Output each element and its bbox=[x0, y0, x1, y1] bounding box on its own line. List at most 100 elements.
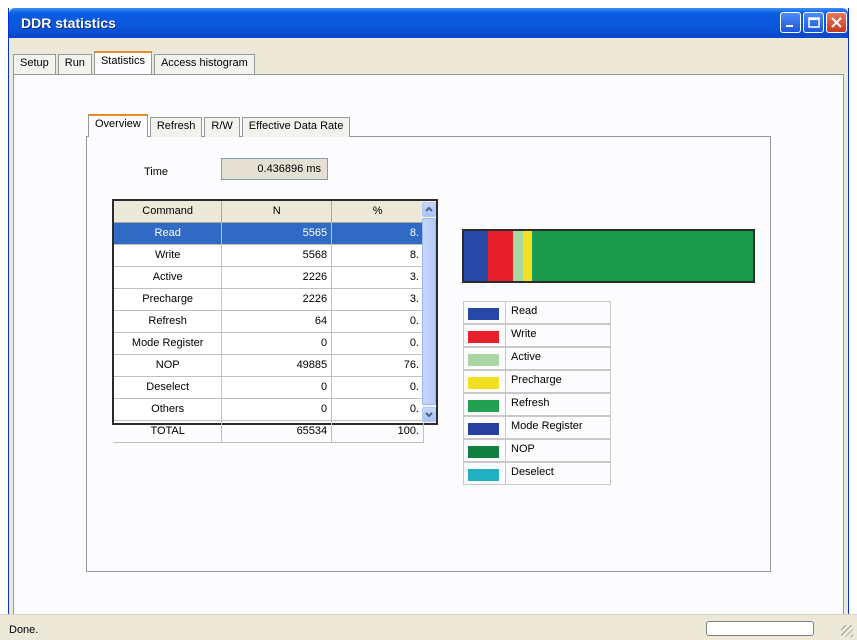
table-row[interactable]: TOTAL 65534 100. bbox=[114, 420, 424, 443]
chevron-down-icon bbox=[425, 412, 433, 418]
legend-swatch-cell bbox=[463, 301, 506, 324]
command-legend: Read Write Active Precharge Refresh Mode Regi… bbox=[463, 301, 611, 485]
scrollbar-thumb[interactable] bbox=[422, 218, 436, 405]
scroll-down-button[interactable] bbox=[422, 407, 436, 422]
cell-percent: 8. bbox=[331, 222, 424, 245]
legend-label: Read bbox=[506, 301, 611, 324]
legend-item: NOP bbox=[463, 439, 611, 462]
legend-label: Mode Register bbox=[506, 416, 611, 439]
bar-segment-write bbox=[488, 231, 513, 281]
command-statistics-table[interactable]: Command N % Read 5565 8. Write 5568 8. Active 2… bbox=[112, 199, 438, 443]
cell-count: 5565 bbox=[221, 222, 333, 245]
cell-count: 49885 bbox=[221, 354, 333, 377]
cell-count: 0 bbox=[221, 376, 333, 399]
cell-command: NOP bbox=[114, 354, 223, 377]
legend-swatch bbox=[468, 377, 499, 389]
tab-rw[interactable]: R/W bbox=[204, 117, 240, 137]
maximize-button[interactable] bbox=[803, 12, 824, 33]
legend-swatch-cell bbox=[463, 439, 506, 462]
bar-segment-read bbox=[464, 231, 489, 281]
cell-command: TOTAL bbox=[114, 420, 223, 443]
legend-swatch-cell bbox=[463, 416, 506, 439]
cell-command: Read bbox=[114, 222, 223, 245]
resize-grip-icon[interactable] bbox=[841, 625, 853, 637]
cell-percent: 0. bbox=[331, 398, 424, 421]
cell-command: Write bbox=[114, 244, 223, 267]
ddr-statistics-window: DDR statistics Setup Run Statistics Acce… bbox=[8, 8, 849, 640]
cell-percent: 0. bbox=[331, 310, 424, 333]
tab-run[interactable]: Run bbox=[57, 54, 92, 74]
table-row[interactable]: Precharge 2226 3. bbox=[114, 288, 424, 311]
statistics-tab-strip: Overview Refresh R/W Effective Data Rate bbox=[88, 114, 352, 137]
bar-segment-nop bbox=[534, 231, 753, 281]
table-row[interactable]: Refresh 64 0. bbox=[114, 310, 424, 333]
table-row[interactable]: Write 5568 8. bbox=[114, 244, 424, 267]
window-body: Setup Run Statistics Access histogram Ov… bbox=[9, 38, 848, 640]
legend-swatch-cell bbox=[463, 324, 506, 347]
table-row[interactable]: Active 2226 3. bbox=[114, 266, 424, 289]
title-bar[interactable]: DDR statistics bbox=[9, 8, 848, 38]
legend-swatch bbox=[468, 400, 499, 412]
legend-item: Read bbox=[463, 301, 611, 324]
column-header-percent[interactable]: % bbox=[331, 201, 424, 223]
scroll-up-button[interactable] bbox=[422, 202, 436, 217]
cell-percent: 3. bbox=[331, 266, 424, 289]
legend-swatch bbox=[468, 423, 499, 435]
cell-percent: 0. bbox=[331, 376, 424, 399]
cell-percent: 100. bbox=[331, 420, 424, 443]
tab-overview[interactable]: Overview bbox=[88, 114, 148, 137]
cell-count: 64 bbox=[221, 310, 333, 333]
legend-swatch bbox=[468, 446, 499, 458]
tab-refresh[interactable]: Refresh bbox=[149, 117, 203, 137]
table-row[interactable]: Others 0 0. bbox=[114, 398, 424, 421]
table-row[interactable]: NOP 49885 76. bbox=[114, 354, 424, 377]
legend-swatch-cell bbox=[463, 462, 506, 485]
cell-command: Active bbox=[114, 266, 223, 289]
cell-percent: 3. bbox=[331, 288, 424, 311]
tab-setup[interactable]: Setup bbox=[13, 54, 56, 74]
legend-label: NOP bbox=[506, 439, 611, 462]
legend-item: Active bbox=[463, 347, 611, 370]
legend-swatch-cell bbox=[463, 370, 506, 393]
legend-item: Mode Register bbox=[463, 416, 611, 439]
cell-count: 5568 bbox=[221, 244, 333, 267]
legend-swatch-cell bbox=[463, 347, 506, 370]
column-header-n[interactable]: N bbox=[221, 201, 333, 223]
table-row[interactable]: Read 5565 8. bbox=[114, 222, 424, 245]
cell-count: 2226 bbox=[221, 266, 333, 289]
column-header-command[interactable]: Command bbox=[114, 201, 223, 223]
cell-count: 0 bbox=[221, 332, 333, 355]
time-label: Time bbox=[144, 166, 169, 178]
legend-label: Precharge bbox=[506, 370, 611, 393]
time-value-field: 0.436896 ms bbox=[221, 158, 328, 180]
maximize-icon bbox=[808, 17, 820, 28]
legend-item: Write bbox=[463, 324, 611, 347]
close-button[interactable] bbox=[826, 12, 847, 33]
table-vertical-scrollbar[interactable] bbox=[422, 201, 436, 423]
tab-effective-data-rate[interactable]: Effective Data Rate bbox=[241, 117, 351, 137]
cell-command: Others bbox=[114, 398, 223, 421]
cell-command: Refresh bbox=[114, 310, 223, 333]
table-row[interactable]: Mode Register 0 0. bbox=[114, 332, 424, 355]
bar-segment-active bbox=[512, 231, 523, 281]
close-icon bbox=[831, 17, 842, 28]
tab-access-histogram[interactable]: Access histogram bbox=[153, 54, 255, 74]
status-text: Done. bbox=[9, 624, 39, 636]
legend-label: Refresh bbox=[506, 393, 611, 416]
main-tab-strip: Setup Run Statistics Access histogram bbox=[13, 51, 257, 74]
minimize-icon bbox=[786, 25, 793, 27]
legend-swatch bbox=[468, 354, 499, 366]
legend-swatch bbox=[468, 469, 499, 481]
cell-count: 2226 bbox=[221, 288, 333, 311]
legend-swatch bbox=[468, 331, 499, 343]
tab-statistics[interactable]: Statistics bbox=[93, 51, 152, 74]
legend-label: Active bbox=[506, 347, 611, 370]
minimize-button[interactable] bbox=[780, 12, 801, 33]
window-title: DDR statistics bbox=[21, 15, 116, 31]
legend-label: Deselect bbox=[506, 462, 611, 485]
legend-item: Refresh bbox=[463, 393, 611, 416]
legend-item: Deselect bbox=[463, 462, 611, 485]
legend-item: Precharge bbox=[463, 370, 611, 393]
table-row[interactable]: Deselect 0 0. bbox=[114, 376, 424, 399]
legend-label: Write bbox=[506, 324, 611, 347]
